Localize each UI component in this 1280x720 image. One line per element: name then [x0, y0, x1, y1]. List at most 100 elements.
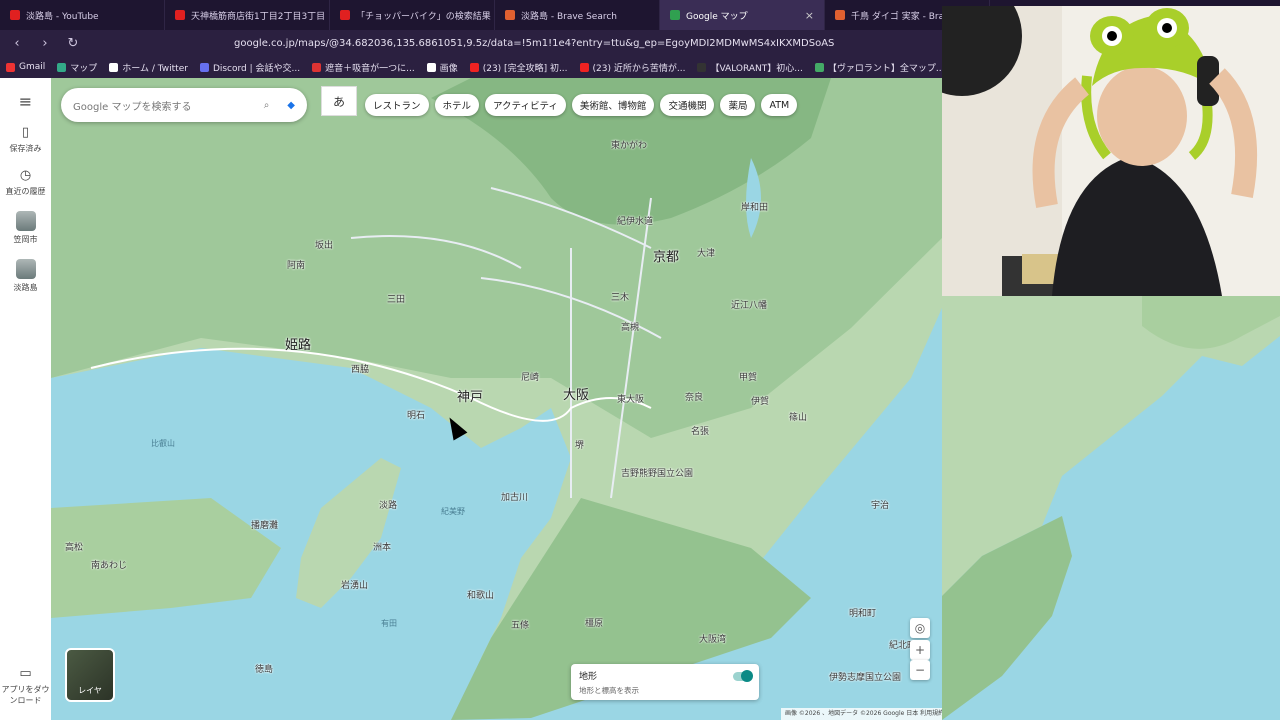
- bookmark-item[interactable]: (23) [完全攻略] 初...: [469, 61, 568, 74]
- map-label[interactable]: 西脇: [351, 362, 369, 375]
- category-chip[interactable]: 交通機関: [660, 94, 715, 116]
- search-box[interactable]: Google マップを検索する ⌕ ◆: [61, 88, 307, 122]
- zoom-in-button[interactable]: +: [910, 640, 930, 660]
- tab-3[interactable]: 淡路島 - Brave Search: [495, 0, 660, 30]
- map-label[interactable]: 京都: [653, 246, 679, 265]
- directions-icon[interactable]: ◆: [287, 100, 295, 111]
- map-label[interactable]: 堺: [575, 438, 584, 451]
- forward-icon[interactable]: ›: [38, 36, 52, 51]
- history-icon: ◷: [19, 168, 32, 183]
- bookmark-favicon-icon: [109, 62, 119, 72]
- map-label[interactable]: 篠山: [789, 410, 807, 423]
- map-label[interactable]: 明石: [407, 408, 425, 421]
- terrain-toggle[interactable]: [733, 670, 753, 682]
- saved-button[interactable]: ▯ 保存済み: [2, 125, 50, 154]
- map-label[interactable]: 和歌山: [467, 588, 494, 601]
- category-chip[interactable]: 薬局: [720, 94, 756, 116]
- reload-icon[interactable]: ↻: [66, 36, 80, 51]
- map-label[interactable]: 南あわじ: [91, 558, 127, 571]
- bookmark-item[interactable]: Discord | 会話や交...: [199, 61, 300, 74]
- tab-1[interactable]: 天神橋筋商店街1丁目2丁目3丁目: [165, 0, 330, 30]
- map-label[interactable]: 甲賀: [739, 370, 757, 383]
- map-label[interactable]: 高松: [65, 540, 83, 553]
- search-icon[interactable]: ⌕: [264, 100, 270, 111]
- map-label[interactable]: 宇治: [871, 498, 889, 511]
- map-label[interactable]: 高槻: [621, 320, 639, 333]
- map-label[interactable]: 橿原: [585, 616, 603, 629]
- map-label[interactable]: 三田: [387, 292, 405, 305]
- map-label[interactable]: 坂出: [315, 238, 333, 251]
- map-label[interactable]: 徳島: [255, 662, 273, 675]
- recent-place-awaji[interactable]: 淡路島: [2, 259, 50, 293]
- category-chip[interactable]: ホテル: [434, 94, 480, 116]
- map-label[interactable]: 東かがわ: [611, 138, 647, 151]
- map-label[interactable]: 伊勢志摩国立公園: [829, 670, 901, 683]
- map-label[interactable]: 大津: [697, 246, 715, 259]
- map-label[interactable]: 紀美野: [441, 506, 465, 517]
- bookmark-label: 【VALORANT】初心...: [710, 63, 803, 74]
- bookmark-item[interactable]: Gmail: [6, 62, 45, 72]
- map-label[interactable]: 洲本: [373, 540, 391, 553]
- layers-button[interactable]: レイヤ: [65, 648, 115, 702]
- map-label[interactable]: 播磨灘: [251, 518, 278, 531]
- tab-0[interactable]: 淡路島 - YouTube: [0, 0, 165, 30]
- map-label[interactable]: 岸和田: [741, 200, 768, 213]
- tab-favicon-icon: [670, 10, 680, 20]
- terrain-toggle-card[interactable]: 地形 地形と標高を表示: [571, 664, 759, 700]
- map-label[interactable]: 東大阪: [617, 392, 644, 405]
- tab-title: 淡路島 - Brave Search: [521, 11, 618, 22]
- search-input[interactable]: Google マップを検索する: [73, 98, 191, 113]
- map-label[interactable]: 阿南: [287, 258, 305, 271]
- tab-title: 天神橋筋商店街1丁目2丁目3丁目: [191, 11, 326, 22]
- app-download-button[interactable]: ▭ アプリをダウンロード: [2, 666, 50, 706]
- bookmark-favicon-icon: [426, 62, 436, 72]
- tab-4[interactable]: Google マップ ×: [660, 0, 825, 30]
- ime-indicator: あ: [321, 86, 357, 116]
- map-label[interactable]: 比叡山: [151, 438, 175, 449]
- bookmark-item[interactable]: マップ: [57, 61, 97, 74]
- back-icon[interactable]: ‹: [10, 36, 24, 51]
- tab-2[interactable]: 「チョッパーバイク」の検索結果 - Yahoo!: [330, 0, 495, 30]
- map-label[interactable]: 吉野熊野国立公園: [621, 466, 693, 479]
- map-label[interactable]: 五條: [511, 618, 529, 631]
- map-label[interactable]: 淡路: [379, 498, 397, 511]
- layers-label: レイヤ: [78, 686, 102, 695]
- map-label[interactable]: 神戸: [457, 386, 483, 405]
- bookmark-item[interactable]: ホーム / Twitter: [109, 61, 188, 74]
- streamer-image: [942, 6, 1280, 296]
- recent-button[interactable]: ◷ 直近の履歴: [2, 168, 50, 197]
- bookmark-item[interactable]: (23) 近所から苦情が...: [579, 61, 685, 74]
- bookmark-item[interactable]: 【VALORANT】初心...: [697, 61, 803, 74]
- address-bar[interactable]: google.co.jp/maps/@34.682036,135.6861051…: [234, 38, 834, 49]
- map-label[interactable]: 明和町: [849, 606, 876, 619]
- bookmark-item[interactable]: 【ヴァロラント】全マップ...: [814, 61, 944, 74]
- recent-place-kasaoka[interactable]: 笠岡市: [2, 211, 50, 245]
- map-label[interactable]: 尼崎: [521, 370, 539, 383]
- category-chip[interactable]: レストラン: [365, 94, 429, 116]
- bookmark-item[interactable]: 画像: [426, 61, 458, 74]
- map-label[interactable]: 有田: [381, 618, 397, 629]
- map-label[interactable]: 大阪: [563, 384, 589, 403]
- map-label[interactable]: 名張: [691, 424, 709, 437]
- zoom-out-button[interactable]: −: [910, 660, 930, 680]
- category-chip[interactable]: 美術館、博物館: [571, 94, 655, 116]
- map-label[interactable]: 紀伊水道: [617, 214, 653, 227]
- map-label[interactable]: 伊賀: [751, 394, 769, 407]
- map-label[interactable]: 姫路: [285, 334, 311, 353]
- category-chip[interactable]: アクティビティ: [485, 94, 566, 116]
- map-label[interactable]: 大阪湾: [699, 632, 726, 645]
- map-canvas-right[interactable]: [942, 296, 1280, 720]
- map-label[interactable]: 岩湧山: [341, 578, 368, 591]
- map-canvas[interactable]: 京都大阪 神戸 姫路明石 高槻奈良堺和歌山 淡路洲本 高松 東大阪 尼崎 大津徳島 阿南三田西脇加…: [51, 78, 942, 720]
- map-label[interactable]: 三木: [611, 290, 629, 303]
- close-tab-icon[interactable]: ×: [805, 9, 814, 22]
- my-location-icon[interactable]: ◎: [910, 618, 930, 638]
- map-footer: 画像 ©2026 、地図データ ©2026 Google 日本 利用規約 プライ…: [781, 708, 942, 720]
- menu-icon[interactable]: ≡: [2, 92, 50, 111]
- bookmark-item[interactable]: 遮音＋吸音が一つに...: [312, 61, 415, 74]
- category-chip[interactable]: ATM: [761, 94, 798, 116]
- map-label[interactable]: 奈良: [685, 390, 703, 403]
- map-label[interactable]: 加古川: [501, 490, 528, 503]
- bookmark-favicon-icon: [469, 62, 479, 72]
- map-label[interactable]: 近江八幡: [731, 298, 767, 311]
